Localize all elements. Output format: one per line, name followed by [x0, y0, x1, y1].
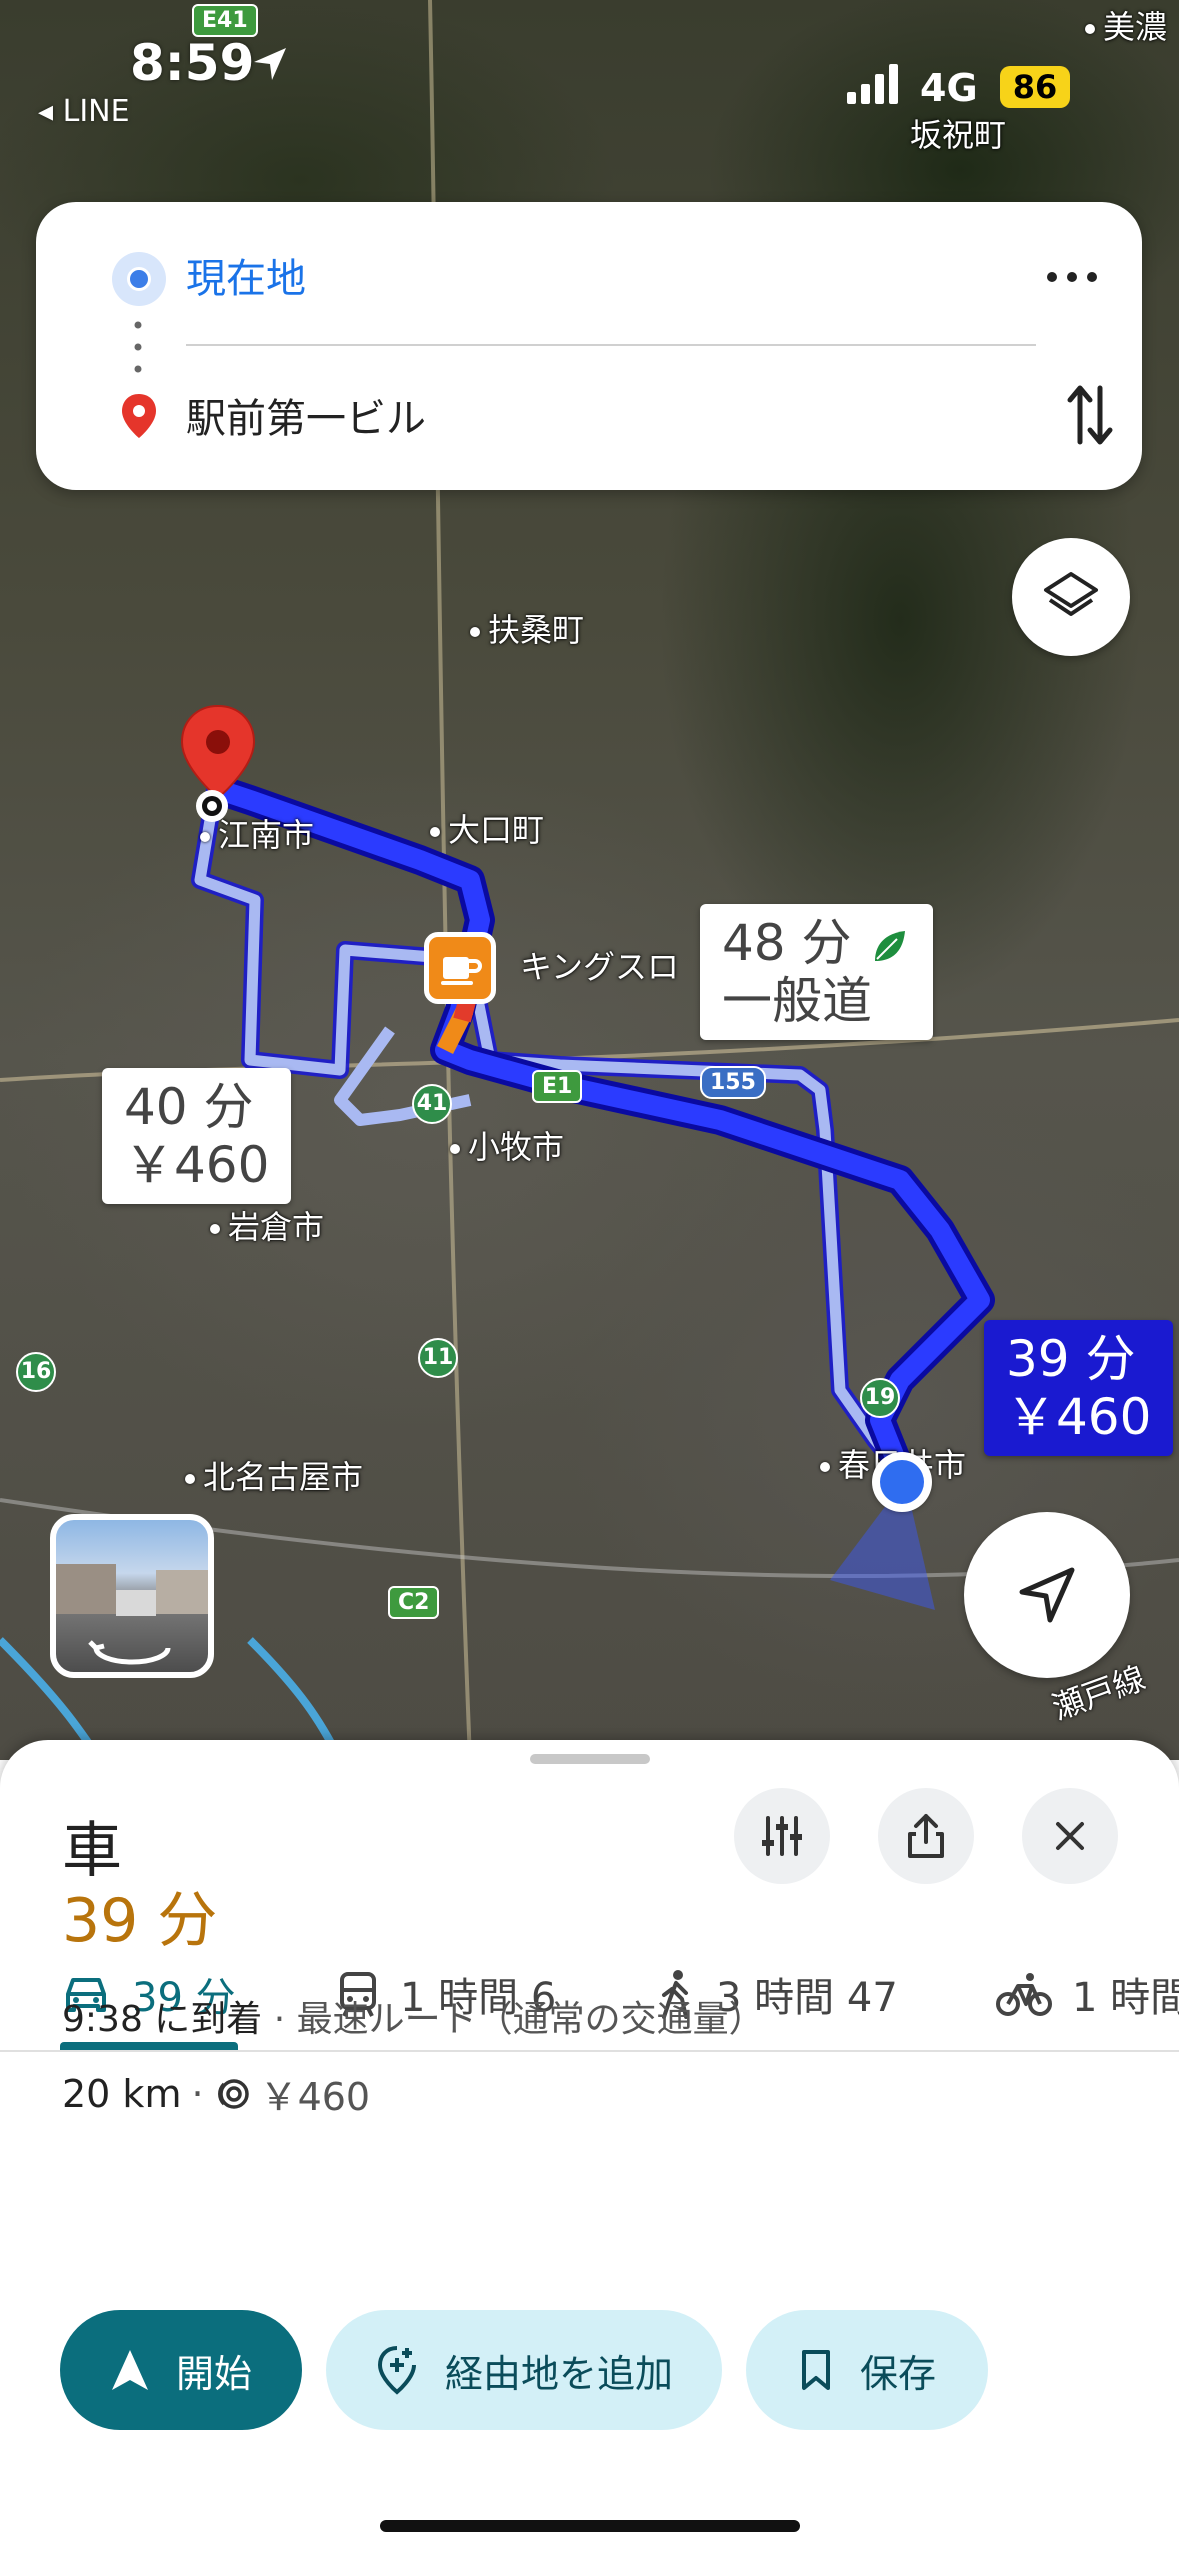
sheet-drag-handle[interactable] [530, 1754, 650, 1764]
swap-directions-icon[interactable] [1066, 382, 1114, 448]
route-options-button[interactable] [734, 1788, 830, 1884]
navigation-arrow-icon [1019, 1567, 1075, 1623]
save-route-button[interactable]: 保存 [746, 2310, 988, 2430]
red-pin-icon [180, 704, 256, 822]
street-photo-icon [56, 1564, 208, 1665]
tab-cycling[interactable]: 1 時間 [996, 1964, 1179, 2024]
navigation-start-icon [111, 2350, 148, 2390]
eco-leaf-icon [875, 930, 906, 961]
route-duration: 39 分 [62, 1886, 218, 1956]
route-arrival-info: 9:38 に到着 · 最速ルート（通常の交通量） [62, 1990, 765, 2042]
toll-icon [217, 2078, 249, 2109]
origin-field[interactable]: 現在地 [186, 246, 306, 304]
recenter-button[interactable] [964, 1512, 1130, 1678]
road-shield: 41 [412, 1084, 452, 1124]
road-shield: 19 [860, 1378, 900, 1418]
current-location-marker [872, 1452, 932, 1512]
add-stop-button[interactable]: 経由地を追加 [326, 2310, 722, 2430]
close-button[interactable] [1022, 1788, 1118, 1884]
signal-bars-icon [847, 64, 898, 104]
place-label: 北名古屋市 [185, 1452, 363, 1498]
field-divider [186, 344, 1036, 346]
active-tab-indicator [60, 2042, 238, 2050]
back-to-app[interactable]: ◂ LINE [38, 94, 130, 129]
arrival-time: 9:38 に到着 [62, 1999, 263, 2040]
add-location-icon [377, 2346, 416, 2395]
destination-field[interactable]: 駅前第一ビル [186, 386, 426, 444]
status-bar: 8:59 ◂ LINE 4G 86 [0, 0, 1179, 130]
place-label: 岩倉市 [210, 1202, 324, 1248]
route-description: · 最速ルート（通常の交通量） [262, 1999, 765, 2040]
bike-icon [996, 1973, 1052, 2016]
road-shield: E1 [532, 1070, 583, 1103]
directions-sheet: 車 39 分 1 時間 6 3 時間 47 1 時間 [0, 1740, 1179, 2556]
place-label: 扶桑町 [470, 605, 584, 651]
network-type: 4G [920, 66, 978, 110]
battery-indicator: 86 [1000, 66, 1070, 108]
start-label: 開始 [175, 2351, 252, 2396]
route-distance-info: 20 km · ￥460 [62, 2066, 370, 2121]
road-shield: 155 [700, 1066, 766, 1099]
more-options-icon[interactable] [1042, 262, 1102, 292]
road-shield: 11 [418, 1338, 458, 1378]
destination-pin[interactable] [176, 702, 260, 836]
status-time: 8:59 [130, 34, 255, 92]
location-arrow-icon [254, 48, 286, 80]
road-shield: 16 [16, 1352, 56, 1392]
place-label: 小牧市 [450, 1122, 564, 1168]
road-shield: C2 [388, 1586, 440, 1619]
route-distance: 20 km [62, 2071, 182, 2116]
cafe-marker[interactable] [424, 932, 496, 1004]
destination-pin-icon [122, 394, 156, 438]
street-view-thumbnail[interactable] [50, 1514, 214, 1678]
layers-button[interactable] [1012, 538, 1130, 656]
tab-label: 1 時間 [1072, 1975, 1179, 2021]
home-indicator[interactable] [380, 2520, 800, 2532]
share-icon [908, 1814, 944, 1858]
tune-sliders-icon [762, 1816, 802, 1856]
toll-amount: ￥460 [259, 2075, 371, 2119]
route-label-selected[interactable]: 39 分 ￥460 [984, 1320, 1174, 1456]
route-label-alt-2[interactable]: 40 分 ￥460 [102, 1068, 292, 1204]
directions-search-card: 現在地 駅前第一ビル [36, 202, 1142, 490]
coffee-icon [441, 957, 482, 985]
start-navigation-button[interactable]: 開始 [60, 2310, 302, 2430]
add-stop-label: 経由地を追加 [444, 2351, 673, 2396]
place-label: 大口町 [430, 805, 544, 851]
close-icon [1056, 1822, 1084, 1850]
route-label-alt-1[interactable]: 48 分 一般道 [700, 904, 934, 1040]
route-dots-icon [134, 321, 142, 373]
share-button[interactable] [878, 1788, 974, 1884]
layers-icon [1044, 572, 1098, 616]
save-label: 保存 [859, 2351, 936, 2396]
bookmark-icon [801, 2350, 830, 2390]
place-label: キングスロ [520, 948, 680, 986]
current-location-icon [112, 252, 166, 306]
back-app-label: LINE [62, 94, 130, 129]
